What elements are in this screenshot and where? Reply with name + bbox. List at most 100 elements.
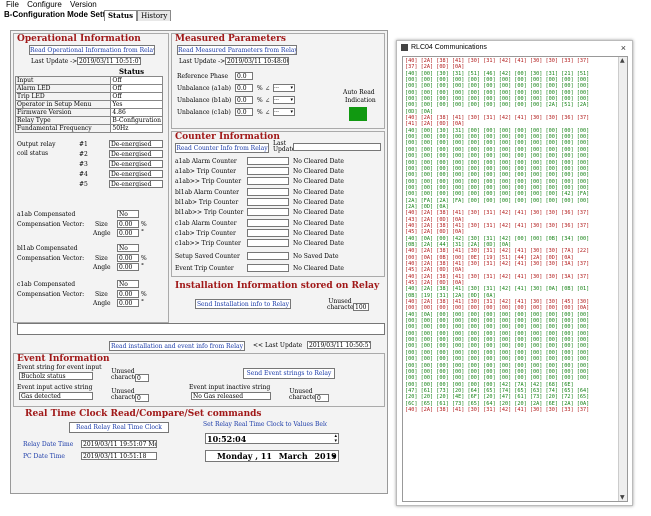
log-line: [00] [00] [00] [00] [00] [00] [00] [00] … <box>405 153 590 160</box>
inactive-unused-label: Unused characters <box>289 388 322 401</box>
counter-label: c1ab>> Trip Counter <box>175 240 241 247</box>
status-value: Off <box>110 76 163 85</box>
counter-status: No Cleared Date <box>293 199 344 206</box>
status-value: Yes <box>110 100 163 109</box>
comm-scrollbar[interactable]: ▲ ▼ <box>618 57 627 501</box>
counter-status: No Cleared Date <box>293 178 344 185</box>
comp-vector-label: Compensation Vector: <box>17 291 85 298</box>
unbalance-angle-dropdown[interactable]: --- ▾ <box>273 84 295 92</box>
set-rtc-button[interactable]: Set Relay Real Time Clock to Values Belo… <box>203 420 327 430</box>
menu-configure[interactable]: Configure <box>27 0 62 9</box>
status-value: 4.86 <box>110 108 163 117</box>
log-line: [00] [00] [00] [00] [00] [00] [00] [00] … <box>405 356 590 363</box>
menu-file[interactable]: File <box>6 0 19 9</box>
counter-label: Setup Saved Counter <box>175 253 240 260</box>
scroll-up-icon[interactable]: ▲ <box>620 57 625 64</box>
relay-coil-value: De-energised <box>109 150 163 158</box>
log-line: [40] [2A] [38] [41] [30] [31] [42] [41] … <box>405 286 590 293</box>
tab-history[interactable]: History <box>137 10 172 21</box>
unbalance-angle-dropdown[interactable]: --- ▾ <box>273 108 295 116</box>
main-panel: Operational Information Read Operational… <box>10 30 388 494</box>
counter-label: a1ab Alarm Counter <box>175 158 237 165</box>
relay-num: #3 <box>79 161 88 168</box>
pct-unit: % <box>257 97 263 104</box>
active-unused-label: Unused characters <box>111 388 144 401</box>
unbalance-value: 0.0 <box>235 108 253 116</box>
time-spinner[interactable]: 10:52:04 ▴ ▾ <box>205 433 339 444</box>
installation-info-title: Installation Information stored on Relay <box>175 281 380 291</box>
counter-info-title: Counter Information <box>175 132 280 142</box>
relay-num: #4 <box>79 171 88 178</box>
read-rtc-button[interactable]: Read Relay Real Time Clock <box>69 422 169 433</box>
chevron-down-icon: ▾ <box>290 97 293 103</box>
rtc-title: Real Time Clock Read/Compare/Set command… <box>25 409 262 419</box>
counter-label: bl1ab> Trip Counter <box>175 199 239 206</box>
log-line: [00] [00] [00] [00] [00] [00] [00] [00] … <box>405 102 590 109</box>
comm-lines: [40] [2A] [38] [41] [30] [31] [42] [41] … <box>405 58 615 413</box>
status-label: Relay Type <box>14 116 112 125</box>
counter-value <box>247 264 289 272</box>
menu-version[interactable]: Version <box>70 0 97 9</box>
relay-datetime-label: Relay Date Time <box>23 441 74 448</box>
coil-status-label: coil status <box>17 150 49 157</box>
close-icon[interactable]: × <box>621 41 626 55</box>
relay-coil-value: De-energised <box>109 170 163 178</box>
chevron-down-icon: ▾ <box>290 85 293 91</box>
read-operational-button[interactable]: Read Operational Information from Relay <box>29 45 155 55</box>
status-label: Fundamental Frequency <box>14 124 112 133</box>
event-unused-value: 0 <box>135 374 149 382</box>
counter-label: a1ab> Trip Counter <box>175 168 237 175</box>
pct-unit: % <box>141 221 147 228</box>
comm-log[interactable]: [40] [2A] [38] [41] [30] [31] [42] [41] … <box>402 56 628 502</box>
active-string-input[interactable]: Gas detected <box>19 392 93 400</box>
measured-params-title: Measured Parameters <box>175 34 286 44</box>
status-label: Alarm LED <box>14 84 112 93</box>
status-header: Status <box>119 67 145 76</box>
installation-text-input[interactable] <box>17 323 385 335</box>
op-last-update-label: Last Update -> <box>31 58 78 65</box>
scroll-down-icon[interactable]: ▼ <box>620 494 625 501</box>
counter-status: No Cleared Date <box>293 240 344 247</box>
indication-label: Indication <box>345 97 376 104</box>
table-row: Operator in Setup Menu Yes <box>14 100 163 109</box>
counter-status: No Cleared Date <box>293 220 344 227</box>
relay-num: #1 <box>79 141 88 148</box>
tab-status[interactable]: Status <box>104 10 138 21</box>
spin-arrows-icon: ▴ ▾ <box>334 433 337 444</box>
status-label: Operator in Setup Menu <box>14 100 112 109</box>
dropdown-value: --- <box>274 97 280 103</box>
read-install-event-button[interactable]: Read installation and event info from Re… <box>109 341 245 351</box>
read-counter-button[interactable]: Read Counter Info from Relay <box>175 143 269 153</box>
log-line: [00] [00] [00] [00] [00] [00] [00] [00] … <box>405 362 590 369</box>
send-event-strings-button[interactable]: Send Event strings to Relay <box>243 368 335 379</box>
event-unused-label: Unused characters <box>111 368 144 381</box>
deg-unit: ° <box>141 229 144 236</box>
date-day: Monday <box>217 451 253 461</box>
reference-phase-value: 0.0 <box>235 72 253 80</box>
log-line: [20] [20] [20] [4E] [6F] [20] [47] [61] … <box>405 394 590 401</box>
relay-num: #5 <box>79 181 88 188</box>
pct-unit: % <box>257 85 263 92</box>
counter-status: No Cleared Date <box>293 168 344 175</box>
comp-value: No <box>117 210 139 218</box>
angle-value: 0.00 <box>117 263 139 271</box>
pct-unit: % <box>141 291 147 298</box>
event-string-input[interactable]: Bucholz status <box>19 372 93 380</box>
size-label: Size <box>95 221 108 228</box>
counter-label: c1ab Alarm Counter <box>175 220 237 227</box>
counter-label: bl1ab Alarm Counter <box>175 189 239 196</box>
inactive-string-input[interactable]: No Gas released <box>191 392 271 400</box>
send-installation-button[interactable]: Send Installation info to Relay <box>195 299 291 309</box>
relay-num: #2 <box>79 151 88 158</box>
counter-value <box>247 188 289 196</box>
output-relay-label: Output relay <box>17 141 56 148</box>
comp-name: bl1ab Compensated <box>17 245 78 252</box>
unbalance-angle-dropdown[interactable]: --- ▾ <box>273 96 295 104</box>
read-measured-button[interactable]: Read Measured Parameters from Relay <box>177 45 297 55</box>
counter-status: No Cleared Date <box>293 265 344 272</box>
table-row: Input Off <box>14 76 163 85</box>
log-line: [00] [00] [00] [00] [00] [00] [00] [00] … <box>405 343 590 350</box>
size-value: 0.00 <box>117 290 139 298</box>
inactive-string-label: Event input inactive string <box>189 384 271 391</box>
date-picker[interactable]: Monday , 11 March 2019 ▾ <box>205 450 339 462</box>
